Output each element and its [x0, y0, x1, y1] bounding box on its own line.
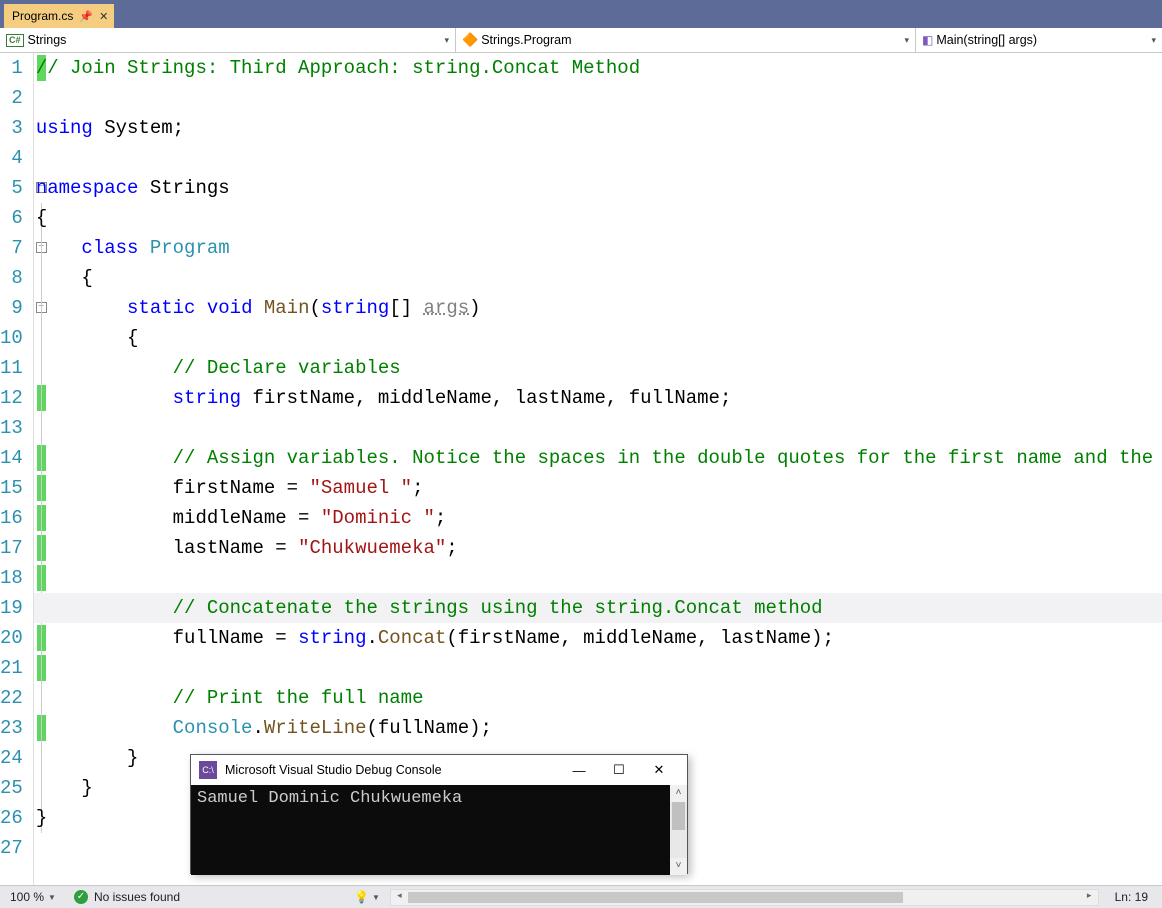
- class-dropdown[interactable]: 🔶 Strings.Program ▾: [456, 28, 916, 52]
- code-line[interactable]: firstName = "Samuel ";: [34, 473, 1162, 503]
- code-line[interactable]: {: [34, 323, 1162, 353]
- line-number: 2: [0, 83, 23, 113]
- line-number: 24: [0, 743, 23, 773]
- debug-console-window: C:\ Microsoft Visual Studio Debug Consol…: [190, 754, 688, 874]
- line-number: 16: [0, 503, 23, 533]
- line-number: 19: [0, 593, 23, 623]
- line-number: 27: [0, 833, 23, 863]
- console-title: Microsoft Visual Studio Debug Console: [225, 763, 442, 777]
- scroll-down-icon[interactable]: ˅: [670, 858, 687, 875]
- line-number: 15: [0, 473, 23, 503]
- file-tab[interactable]: Program.cs 📌 ✕: [4, 4, 114, 28]
- pin-icon[interactable]: 📌: [79, 10, 93, 23]
- line-number: 21: [0, 653, 23, 683]
- scope-label: Strings: [28, 33, 67, 47]
- code-line[interactable]: namespace Strings: [34, 173, 1162, 203]
- line-number: 4: [0, 143, 23, 173]
- line-number: 7: [0, 233, 23, 263]
- maximize-button[interactable]: ☐: [599, 762, 639, 778]
- method-icon: ◧: [922, 33, 933, 47]
- method-dropdown[interactable]: ◧ Main(string[] args) ▾: [916, 28, 1162, 52]
- code-line[interactable]: [34, 143, 1162, 173]
- line-indicator[interactable]: Ln: 19: [1109, 890, 1162, 904]
- line-number: 26: [0, 803, 23, 833]
- line-number: 12: [0, 383, 23, 413]
- line-number: 13: [0, 413, 23, 443]
- line-number: 1: [0, 53, 23, 83]
- console-scrollbar[interactable]: ˄ ˅: [670, 785, 687, 875]
- chevron-down-icon: ▾: [1151, 35, 1156, 46]
- code-line[interactable]: [34, 83, 1162, 113]
- code-line[interactable]: // Declare variables: [34, 353, 1162, 383]
- code-line[interactable]: {: [34, 203, 1162, 233]
- scroll-up-icon[interactable]: ˄: [670, 785, 687, 802]
- ok-check-icon: ✓: [74, 890, 88, 904]
- zoom-control[interactable]: 100 % ▼: [0, 890, 62, 904]
- scroll-right-icon[interactable]: ▸: [1081, 890, 1098, 905]
- lightbulb-dropdown[interactable]: 💡 ▼: [354, 890, 380, 904]
- scrollbar-thumb[interactable]: [408, 892, 903, 903]
- line-number: 3: [0, 113, 23, 143]
- line-number: 25: [0, 773, 23, 803]
- titlebar: Program.cs 📌 ✕: [0, 0, 1162, 28]
- chevron-down-icon: ▾: [904, 35, 909, 46]
- chevron-down-icon: ▼: [48, 893, 56, 902]
- line-number: 6: [0, 203, 23, 233]
- context-navbar: C# Strings ▾ 🔶 Strings.Program ▾ ◧ Main(…: [0, 28, 1162, 53]
- console-body[interactable]: Samuel Dominic Chukwuemeka ˄ ˅: [191, 785, 687, 875]
- code-line[interactable]: static void Main(string[] args): [34, 293, 1162, 323]
- class-label: Strings.Program: [481, 33, 571, 47]
- code-line[interactable]: using System;: [34, 113, 1162, 143]
- console-app-icon: C:\: [199, 761, 217, 779]
- line-number: 8: [0, 263, 23, 293]
- code-line[interactable]: [34, 653, 1162, 683]
- line-number-gutter: 1234567891011121314151617181920212223242…: [0, 53, 34, 885]
- minimize-button[interactable]: —: [559, 763, 599, 778]
- code-line[interactable]: {: [34, 263, 1162, 293]
- line-number: 22: [0, 683, 23, 713]
- statusbar: 100 % ▼ ✓ No issues found 💡 ▼ ◂ ▸ Ln: 19: [0, 885, 1162, 908]
- code-line[interactable]: [34, 413, 1162, 443]
- issues-status[interactable]: No issues found: [94, 890, 194, 904]
- line-number: 18: [0, 563, 23, 593]
- code-line[interactable]: Console.WriteLine(fullName);: [34, 713, 1162, 743]
- class-icon: 🔶: [462, 32, 478, 48]
- line-number: 23: [0, 713, 23, 743]
- close-icon[interactable]: ✕: [99, 10, 108, 23]
- code-line[interactable]: fullName = string.Concat(firstName, midd…: [34, 623, 1162, 653]
- file-tab-label: Program.cs: [12, 9, 73, 23]
- line-number: 14: [0, 443, 23, 473]
- scrollbar-thumb[interactable]: [672, 802, 685, 830]
- zoom-value: 100 %: [10, 890, 44, 904]
- code-line[interactable]: // Print the full name: [34, 683, 1162, 713]
- code-line[interactable]: [34, 563, 1162, 593]
- close-button[interactable]: ✕: [639, 762, 679, 778]
- method-label: Main(string[] args): [936, 33, 1037, 47]
- csharp-icon: C#: [6, 34, 24, 47]
- code-line[interactable]: class Program: [34, 233, 1162, 263]
- line-number: 10: [0, 323, 23, 353]
- chevron-down-icon: ▾: [444, 35, 449, 46]
- line-number: 17: [0, 533, 23, 563]
- code-line[interactable]: string firstName, middleName, lastName, …: [34, 383, 1162, 413]
- code-line[interactable]: lastName = "Chukwuemeka";: [34, 533, 1162, 563]
- scope-dropdown[interactable]: C# Strings ▾: [0, 28, 456, 52]
- console-titlebar[interactable]: C:\ Microsoft Visual Studio Debug Consol…: [191, 755, 687, 785]
- code-line[interactable]: // Join Strings: Third Approach: string.…: [34, 53, 1162, 83]
- scroll-left-icon[interactable]: ◂: [391, 890, 408, 905]
- line-number: 11: [0, 353, 23, 383]
- code-line[interactable]: // Concatenate the strings using the str…: [34, 593, 1162, 623]
- code-line[interactable]: // Assign variables. Notice the spaces i…: [34, 443, 1162, 473]
- line-number: 5: [0, 173, 23, 203]
- line-number: 9: [0, 293, 23, 323]
- horizontal-scrollbar[interactable]: ◂ ▸: [390, 889, 1099, 906]
- console-output: Samuel Dominic Chukwuemeka: [197, 789, 462, 808]
- line-number: 20: [0, 623, 23, 653]
- code-line[interactable]: middleName = "Dominic ";: [34, 503, 1162, 533]
